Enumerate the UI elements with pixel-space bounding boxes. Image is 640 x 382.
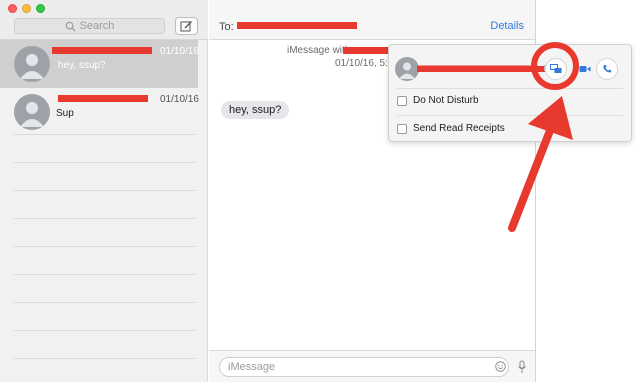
contact-silhouette-icon bbox=[20, 102, 44, 127]
do-not-disturb-label: Do Not Disturb bbox=[413, 95, 479, 106]
redacted-contact-name bbox=[58, 95, 148, 102]
contact-silhouette-icon bbox=[399, 62, 415, 79]
conversation-date: 01/10/16 bbox=[160, 94, 199, 105]
conversation-date: 01/10/16 bbox=[160, 46, 199, 57]
screen-share-button[interactable] bbox=[545, 58, 567, 80]
popover-divider bbox=[397, 115, 623, 116]
conversation-item[interactable]: 01/10/16 Sup bbox=[0, 88, 199, 136]
zoom-window-button[interactable] bbox=[36, 4, 45, 13]
avatar bbox=[14, 46, 50, 82]
audio-call-button[interactable] bbox=[596, 58, 618, 80]
sidebar: Search 01/10/16 hey, ssup? 01/10/16 Sup bbox=[0, 0, 208, 382]
popover-divider bbox=[397, 88, 623, 89]
close-window-button[interactable] bbox=[8, 4, 17, 13]
incoming-message-bubble: hey, ssup? bbox=[221, 101, 290, 119]
list-divider bbox=[14, 358, 196, 359]
list-divider bbox=[14, 274, 196, 275]
send-read-receipts-label: Send Read Receipts bbox=[413, 123, 505, 134]
conversation-preview: hey, ssup? bbox=[58, 60, 106, 71]
search-placeholder: Search bbox=[79, 20, 115, 32]
do-not-disturb-checkbox[interactable] bbox=[397, 95, 407, 106]
contact-silhouette-icon bbox=[20, 54, 44, 79]
composer-bar: iMessage bbox=[209, 350, 535, 382]
list-divider bbox=[14, 162, 196, 163]
conversation-item[interactable]: 01/10/16 hey, ssup? bbox=[0, 40, 199, 88]
avatar bbox=[14, 94, 50, 130]
video-call-button[interactable] bbox=[574, 58, 596, 80]
emoji-icon[interactable] bbox=[495, 361, 506, 372]
search-icon bbox=[65, 21, 76, 32]
to-label: To: bbox=[219, 21, 234, 33]
redacted-contact-name bbox=[52, 47, 152, 54]
details-button[interactable]: Details bbox=[490, 20, 524, 32]
list-divider bbox=[14, 246, 196, 247]
minimize-window-button[interactable] bbox=[22, 4, 31, 13]
list-divider bbox=[14, 302, 196, 303]
details-popover: Do Not Disturb Send Read Receipts bbox=[388, 44, 632, 142]
conversation-preview: Sup bbox=[56, 108, 74, 119]
send-read-receipts-checkbox[interactable] bbox=[397, 123, 407, 134]
avatar bbox=[395, 57, 419, 81]
redacted-service-recipient bbox=[343, 47, 393, 54]
search-field[interactable]: Search bbox=[14, 18, 165, 34]
screen-share-icon bbox=[550, 64, 562, 73]
do-not-disturb-option[interactable]: Do Not Disturb bbox=[397, 95, 479, 106]
redacted-contact-name bbox=[417, 66, 545, 72]
list-divider bbox=[14, 330, 196, 331]
microphone-icon[interactable] bbox=[517, 360, 527, 374]
list-divider bbox=[14, 218, 196, 219]
message-input[interactable]: iMessage bbox=[219, 357, 509, 377]
list-divider bbox=[14, 190, 196, 191]
phone-icon bbox=[603, 65, 611, 73]
redacted-recipient bbox=[237, 22, 357, 29]
video-camera-icon bbox=[579, 66, 591, 72]
send-read-receipts-option[interactable]: Send Read Receipts bbox=[397, 123, 505, 134]
compose-icon bbox=[180, 20, 192, 31]
compose-button[interactable] bbox=[175, 17, 198, 35]
thread-timestamp: 01/10/16, 5:3 bbox=[335, 58, 394, 69]
conversation-header: To: Details bbox=[209, 0, 535, 40]
list-divider bbox=[14, 134, 196, 135]
service-label: iMessage with bbox=[287, 45, 351, 56]
